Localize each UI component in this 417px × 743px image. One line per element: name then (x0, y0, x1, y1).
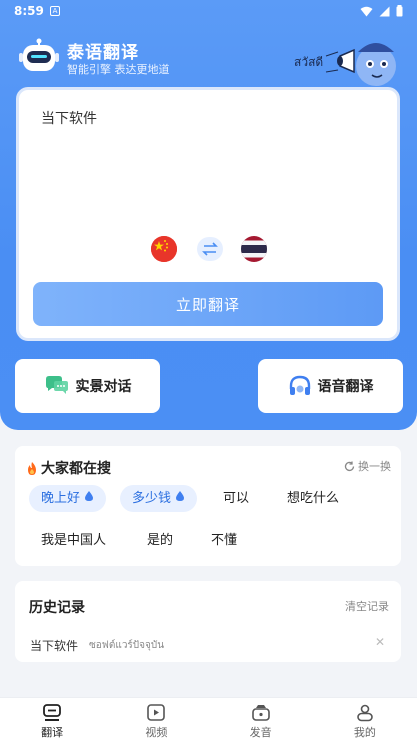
thailand-flag-icon[interactable] (241, 236, 267, 262)
battery-icon (396, 5, 403, 17)
voice-translate-button[interactable]: 语音翻译 (258, 359, 403, 413)
tab-label: 我的 (353, 726, 376, 739)
history-item-target: ซอฟต์แวร์ปัจจุบัน (89, 640, 165, 651)
bottom-tab-bar: 翻译 视频 发音 我的 (0, 697, 417, 743)
history-title: 历史记录 (29, 600, 85, 616)
hot-tag-item[interactable]: 晚上好 (29, 485, 107, 512)
system-icons (360, 5, 403, 17)
translate-tab-icon (43, 704, 62, 721)
voice-translate-label: 语音翻译 (317, 379, 374, 395)
hot-tag-item[interactable]: 多少钱 (120, 485, 198, 512)
swap-arrows-icon[interactable] (197, 237, 223, 261)
hot-tag-label: 晚上好 (41, 491, 81, 506)
app-subtitle: 智能引擎 表达更地道 (67, 63, 170, 76)
chat-bubble-icon (45, 376, 68, 394)
hot-tag-item[interactable]: 想吃什么 (275, 485, 351, 512)
hot-tag-item[interactable]: 可以 (211, 485, 261, 512)
status-bar: 8:59 A (0, 0, 417, 24)
status-time: 8:59 (14, 4, 44, 18)
hot-drop-icon (176, 491, 185, 501)
app-title: 泰语翻译 (67, 43, 139, 63)
tab-label: 发音 (249, 726, 272, 739)
hot-tag-item[interactable]: 不懂 (199, 527, 249, 554)
headphones-icon (289, 375, 310, 395)
tab-pronounce[interactable]: 发音 (209, 698, 313, 743)
translation-card: 当下软件 立即翻译 (16, 87, 400, 341)
hot-search-title: 大家都在搜 (25, 458, 111, 478)
china-flag-icon[interactable] (151, 236, 177, 262)
refresh-button[interactable]: 换一换 (344, 458, 391, 474)
hot-tag-item[interactable]: 是的 (135, 527, 185, 554)
video-tab-icon (147, 704, 166, 721)
scene-dialog-label: 实景对话 (75, 379, 132, 395)
profile-tab-icon (357, 704, 373, 722)
signal-icon (379, 6, 390, 16)
hot-tag-item[interactable]: 我是中国人 (29, 527, 118, 554)
clear-history-button[interactable]: 清空记录 (345, 598, 389, 614)
fire-icon (28, 461, 36, 475)
mascot-illustration: สวัสดี (292, 30, 402, 92)
refresh-label: 换一换 (358, 460, 391, 473)
wifi-icon (360, 6, 373, 16)
history-panel: 历史记录 清空记录 当下软件 ซอฟต์แวร์ปัจจุบัน ✕ (15, 581, 401, 662)
translate-now-button[interactable]: 立即翻译 (33, 282, 383, 326)
notification-icon: A (50, 6, 60, 16)
hot-search-label: 大家都在搜 (41, 461, 111, 477)
pronounce-tab-icon (251, 705, 270, 721)
tab-label: 视频 (145, 726, 168, 739)
hot-drop-icon (85, 491, 94, 501)
close-icon[interactable]: ✕ (375, 635, 385, 649)
robot-logo-icon (19, 38, 59, 71)
mascot-greeting: สวัสดี (294, 55, 323, 69)
tab-video[interactable]: 视频 (104, 698, 208, 743)
hot-search-panel: 大家都在搜 换一换 晚上好 多少钱 可以 想吃什么 我是中国人 是的 不懂 (15, 446, 401, 566)
scene-dialog-button[interactable]: 实景对话 (15, 359, 160, 413)
tab-profile[interactable]: 我的 (313, 698, 417, 743)
tab-translate[interactable]: 翻译 (0, 698, 104, 743)
history-item-source: 当下软件 (30, 639, 79, 653)
tab-label: 翻译 (41, 726, 64, 739)
hot-tag-label: 多少钱 (132, 491, 172, 506)
source-text-input[interactable]: 当下软件 (41, 108, 97, 128)
refresh-icon (344, 461, 355, 471)
